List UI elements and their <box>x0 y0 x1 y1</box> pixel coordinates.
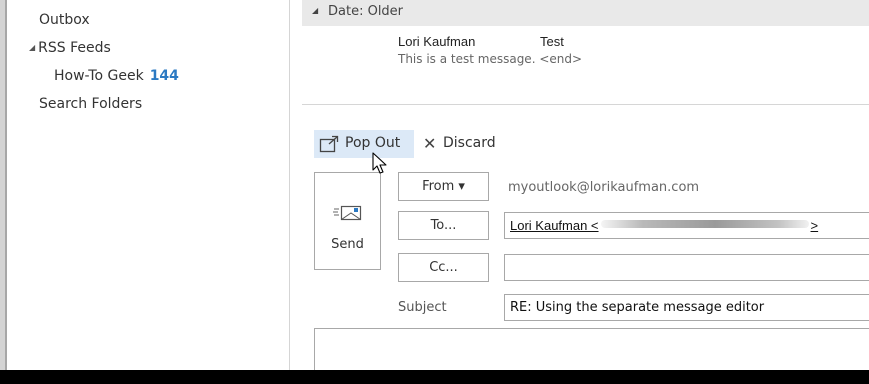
mouse-pointer-icon <box>372 152 388 180</box>
to-button[interactable]: To... <box>398 211 489 240</box>
cc-button[interactable]: Cc... <box>398 253 489 282</box>
message-sender: Lori Kaufman <box>398 34 476 49</box>
subject-field[interactable]: RE: Using the separate message editor <box>504 294 869 321</box>
message-preview: This is a test message. <end> <box>398 52 583 66</box>
bottom-edge <box>0 370 869 384</box>
from-address: myoutlook@lorikaufman.com <box>508 180 700 195</box>
outlook-window: Outbox ◢ RSS Feeds How-To Geek 144 Search … <box>0 0 869 384</box>
recipient-close: > <box>810 218 819 233</box>
send-button[interactable]: Send <box>314 172 381 270</box>
pop-out-label: Pop Out <box>345 135 401 151</box>
message-body-editor[interactable] <box>314 328 869 370</box>
date-group-label: Date: Older <box>328 4 404 19</box>
subject-value: RE: Using the separate message editor <box>510 300 765 315</box>
folder-label: Search Folders <box>39 96 143 112</box>
main-pane: ◢ Date: Older Lori Kaufman Test This is … <box>290 0 869 370</box>
folder-search-folders[interactable]: Search Folders <box>39 96 142 112</box>
to-field[interactable]: Lori Kaufman < > <box>504 212 869 239</box>
pane-divider <box>302 104 869 105</box>
pop-out-icon <box>319 135 341 157</box>
to-recipient[interactable]: Lori Kaufman < > <box>510 218 818 233</box>
close-icon: ✕ <box>423 134 437 153</box>
discard-label: Discard <box>443 135 496 151</box>
send-envelope-icon <box>333 203 363 229</box>
unread-count-badge: 144 <box>149 68 179 84</box>
folder-label: RSS Feeds <box>38 40 111 56</box>
pop-out-button[interactable]: Pop Out <box>314 130 414 158</box>
folder-how-to-geek[interactable]: How-To Geek 144 <box>54 68 179 84</box>
date-group-header[interactable]: ◢ Date: Older <box>302 0 869 26</box>
expand-triangle-icon[interactable]: ◢ <box>29 43 35 52</box>
subject-label: Subject <box>398 300 447 315</box>
message-subject: Test <box>540 34 564 49</box>
folder-outbox[interactable]: Outbox <box>39 12 90 28</box>
folder-label: How-To Geek <box>54 68 144 84</box>
from-button[interactable]: From ▾ <box>398 172 489 201</box>
folder-label: Outbox <box>39 12 90 28</box>
cc-field[interactable] <box>504 254 869 281</box>
folder-rss-feeds[interactable]: ◢ RSS Feeds <box>29 40 111 56</box>
window-frame-left <box>0 0 7 370</box>
collapse-triangle-icon[interactable]: ◢ <box>312 6 318 15</box>
redacted-email <box>600 220 809 228</box>
send-label: Send <box>331 237 364 252</box>
recipient-name: Lori Kaufman < <box>510 218 599 233</box>
folder-pane: Outbox ◢ RSS Feeds How-To Geek 144 Search … <box>7 0 290 370</box>
discard-button[interactable]: ✕ Discard <box>418 130 504 158</box>
